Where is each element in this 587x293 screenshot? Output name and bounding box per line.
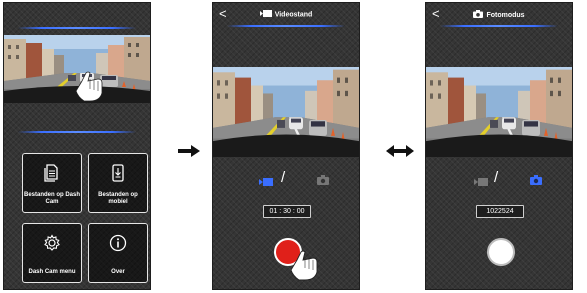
double-arrow-icon xyxy=(386,145,414,157)
top-divider xyxy=(18,27,136,29)
gear-icon xyxy=(23,234,81,257)
tap-hand-icon xyxy=(75,71,103,102)
arrow-right-icon xyxy=(178,145,200,157)
mode-separator: / xyxy=(281,169,286,186)
mode-switch: / xyxy=(426,169,572,186)
document-icon xyxy=(23,164,81,187)
photo-mode-icon[interactable] xyxy=(530,172,542,190)
phone-download-icon xyxy=(89,164,147,187)
dashcam-menu-tile[interactable]: Dash Cam menu xyxy=(22,223,82,283)
mode-switch: / xyxy=(213,169,359,186)
tile-label: Over xyxy=(111,269,125,275)
header: < Fotomodus xyxy=(426,7,572,23)
header-divider xyxy=(227,25,345,27)
tile-label: Bestanden op Dash Cam xyxy=(24,192,81,205)
camera-preview[interactable] xyxy=(4,35,150,103)
screen-title: Videostand xyxy=(274,11,313,19)
files-on-dashcam-tile[interactable]: Bestanden op Dash Cam xyxy=(22,153,82,213)
camera-icon xyxy=(473,10,484,20)
photo-counter: 1022524 xyxy=(476,205,524,218)
live-preview xyxy=(426,67,572,157)
video-camera-icon xyxy=(259,10,272,19)
screen-title: Fotomodus xyxy=(486,11,525,19)
bottom-divider xyxy=(18,131,136,133)
recording-timer: 01 : 30 : 00 xyxy=(263,205,311,218)
header-divider xyxy=(440,25,558,27)
about-tile[interactable]: Over xyxy=(88,223,148,283)
info-icon xyxy=(89,234,147,257)
live-preview xyxy=(213,67,359,157)
files-on-mobile-tile[interactable]: Bestanden op mobiel xyxy=(88,153,148,213)
video-mode-icon[interactable] xyxy=(259,173,273,191)
video-mode-screen: < Videostand / 01 : 30 : 00 xyxy=(212,2,360,290)
photo-mode-screen: < Fotomodus / 1022524 xyxy=(425,2,573,290)
tile-label: Bestanden op mobiel xyxy=(98,192,138,205)
photo-mode-icon[interactable] xyxy=(317,172,329,190)
home-screen: Bestanden op Dash Cam Bestanden op mobie… xyxy=(3,2,151,290)
mode-separator: / xyxy=(494,169,499,186)
video-mode-icon[interactable] xyxy=(474,173,488,191)
header: < Videostand xyxy=(213,7,359,23)
tile-label: Dash Cam menu xyxy=(28,269,76,275)
shutter-button[interactable] xyxy=(487,238,515,266)
tap-hand-icon xyxy=(291,250,318,281)
